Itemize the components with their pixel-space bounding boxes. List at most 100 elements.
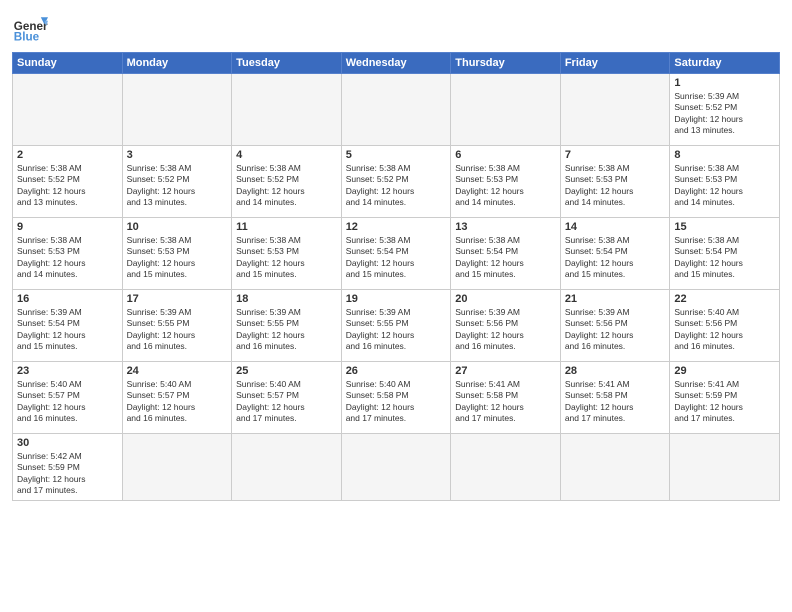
cell-text: Sunrise: 5:38 AM Sunset: 5:54 PM Dayligh… [674, 235, 775, 281]
week-row-6: 30 Sunrise: 5:42 AM Sunset: 5:59 PM Dayli… [13, 434, 780, 501]
day-number: 13 [455, 221, 556, 233]
cell-text: Sunrise: 5:38 AM Sunset: 5:54 PM Dayligh… [565, 235, 666, 281]
cell-text: Sunrise: 5:39 AM Sunset: 5:56 PM Dayligh… [455, 307, 556, 353]
calendar-cell: 16 Sunrise: 5:39 AM Sunset: 5:54 PM Dayli… [13, 290, 123, 362]
day-number: 14 [565, 221, 666, 233]
cell-text: Sunrise: 5:38 AM Sunset: 5:52 PM Dayligh… [127, 163, 228, 209]
calendar-cell: 28 Sunrise: 5:41 AM Sunset: 5:58 PM Dayli… [560, 362, 670, 434]
calendar-cell: 1Sunrise: 5:39 AM Sunset: 5:52 PM Daylig… [670, 74, 780, 146]
cell-text: Sunrise: 5:41 AM Sunset: 5:59 PM Dayligh… [674, 379, 775, 425]
cell-text: Sunrise: 5:40 AM Sunset: 5:57 PM Dayligh… [17, 379, 118, 425]
calendar-cell: 12Sunrise: 5:38 AM Sunset: 5:54 PM Dayli… [341, 218, 451, 290]
calendar-cell: 2Sunrise: 5:38 AM Sunset: 5:52 PM Daylig… [13, 146, 123, 218]
weekday-thursday: Thursday [451, 53, 561, 74]
cell-text: Sunrise: 5:38 AM Sunset: 5:53 PM Dayligh… [127, 235, 228, 281]
cell-text: Sunrise: 5:42 AM Sunset: 5:59 PM Dayligh… [17, 451, 118, 497]
calendar-cell: 7 Sunrise: 5:38 AM Sunset: 5:53 PM Daylig… [560, 146, 670, 218]
calendar-cell [451, 74, 561, 146]
calendar-cell: 6 Sunrise: 5:38 AM Sunset: 5:53 PM Daylig… [451, 146, 561, 218]
weekday-sunday: Sunday [13, 53, 123, 74]
day-number: 17 [127, 293, 228, 305]
calendar-cell: 21Sunrise: 5:39 AM Sunset: 5:56 PM Dayli… [560, 290, 670, 362]
day-number: 5 [346, 149, 447, 161]
day-number: 25 [236, 365, 337, 377]
svg-text:Blue: Blue [14, 31, 40, 44]
header: General Blue [12, 10, 780, 46]
calendar-cell: 25Sunrise: 5:40 AM Sunset: 5:57 PM Dayli… [232, 362, 342, 434]
weekday-wednesday: Wednesday [341, 53, 451, 74]
cell-text: Sunrise: 5:38 AM Sunset: 5:52 PM Dayligh… [236, 163, 337, 209]
calendar-cell: 26Sunrise: 5:40 AM Sunset: 5:58 PM Dayli… [341, 362, 451, 434]
day-number: 28 [565, 365, 666, 377]
calendar-cell [341, 434, 451, 501]
calendar-cell: 4 Sunrise: 5:38 AM Sunset: 5:52 PM Daylig… [232, 146, 342, 218]
cell-text: Sunrise: 5:38 AM Sunset: 5:53 PM Dayligh… [236, 235, 337, 281]
calendar-cell [122, 434, 232, 501]
calendar-cell: 18 Sunrise: 5:39 AM Sunset: 5:55 PM Dayli… [232, 290, 342, 362]
cell-text: Sunrise: 5:38 AM Sunset: 5:52 PM Dayligh… [346, 163, 447, 209]
weekday-friday: Friday [560, 53, 670, 74]
cell-text: Sunrise: 5:38 AM Sunset: 5:53 PM Dayligh… [565, 163, 666, 209]
calendar-cell: 27Sunrise: 5:41 AM Sunset: 5:58 PM Dayli… [451, 362, 561, 434]
day-number: 29 [674, 365, 775, 377]
calendar-cell [670, 434, 780, 501]
day-number: 18 [236, 293, 337, 305]
day-number: 19 [346, 293, 447, 305]
day-number: 21 [565, 293, 666, 305]
calendar-cell: 10Sunrise: 5:38 AM Sunset: 5:53 PM Dayli… [122, 218, 232, 290]
day-number: 6 [455, 149, 556, 161]
day-number: 20 [455, 293, 556, 305]
calendar-cell: 9Sunrise: 5:38 AM Sunset: 5:53 PM Daylig… [13, 218, 123, 290]
calendar-cell [13, 74, 123, 146]
calendar-cell: 8 Sunrise: 5:38 AM Sunset: 5:53 PM Daylig… [670, 146, 780, 218]
day-number: 12 [346, 221, 447, 233]
weekday-tuesday: Tuesday [232, 53, 342, 74]
calendar-cell: 15Sunrise: 5:38 AM Sunset: 5:54 PM Dayli… [670, 218, 780, 290]
page: General Blue SundayMondayTuesdayWednesda… [0, 0, 792, 612]
cell-text: Sunrise: 5:38 AM Sunset: 5:52 PM Dayligh… [17, 163, 118, 209]
weekday-saturday: Saturday [670, 53, 780, 74]
calendar-cell: 14 Sunrise: 5:38 AM Sunset: 5:54 PM Dayli… [560, 218, 670, 290]
day-number: 30 [17, 437, 118, 449]
calendar-cell: 24Sunrise: 5:40 AM Sunset: 5:57 PM Dayli… [122, 362, 232, 434]
day-number: 7 [565, 149, 666, 161]
day-number: 8 [674, 149, 775, 161]
calendar-cell: 19 Sunrise: 5:39 AM Sunset: 5:55 PM Dayli… [341, 290, 451, 362]
day-number: 22 [674, 293, 775, 305]
logo: General Blue [12, 10, 48, 46]
cell-text: Sunrise: 5:40 AM Sunset: 5:56 PM Dayligh… [674, 307, 775, 353]
day-number: 24 [127, 365, 228, 377]
calendar-cell [560, 434, 670, 501]
day-number: 16 [17, 293, 118, 305]
logo-icon: General Blue [12, 10, 48, 46]
cell-text: Sunrise: 5:40 AM Sunset: 5:58 PM Dayligh… [346, 379, 447, 425]
calendar: SundayMondayTuesdayWednesdayThursdayFrid… [12, 52, 780, 501]
day-number: 4 [236, 149, 337, 161]
day-number: 23 [17, 365, 118, 377]
week-row-4: 16 Sunrise: 5:39 AM Sunset: 5:54 PM Dayli… [13, 290, 780, 362]
cell-text: Sunrise: 5:38 AM Sunset: 5:53 PM Dayligh… [674, 163, 775, 209]
calendar-cell: 20 Sunrise: 5:39 AM Sunset: 5:56 PM Dayli… [451, 290, 561, 362]
cell-text: Sunrise: 5:41 AM Sunset: 5:58 PM Dayligh… [565, 379, 666, 425]
calendar-cell: 3Sunrise: 5:38 AM Sunset: 5:52 PM Daylig… [122, 146, 232, 218]
week-row-5: 23 Sunrise: 5:40 AM Sunset: 5:57 PM Dayli… [13, 362, 780, 434]
week-row-3: 9Sunrise: 5:38 AM Sunset: 5:53 PM Daylig… [13, 218, 780, 290]
weekday-header-row: SundayMondayTuesdayWednesdayThursdayFrid… [13, 53, 780, 74]
cell-text: Sunrise: 5:39 AM Sunset: 5:54 PM Dayligh… [17, 307, 118, 353]
calendar-cell [232, 74, 342, 146]
cell-text: Sunrise: 5:39 AM Sunset: 5:55 PM Dayligh… [346, 307, 447, 353]
calendar-cell [341, 74, 451, 146]
day-number: 11 [236, 221, 337, 233]
calendar-cell: 13Sunrise: 5:38 AM Sunset: 5:54 PM Dayli… [451, 218, 561, 290]
week-row-1: 1Sunrise: 5:39 AM Sunset: 5:52 PM Daylig… [13, 74, 780, 146]
weekday-monday: Monday [122, 53, 232, 74]
cell-text: Sunrise: 5:38 AM Sunset: 5:53 PM Dayligh… [17, 235, 118, 281]
day-number: 1 [674, 77, 775, 89]
cell-text: Sunrise: 5:41 AM Sunset: 5:58 PM Dayligh… [455, 379, 556, 425]
calendar-cell [451, 434, 561, 501]
calendar-cell: 23 Sunrise: 5:40 AM Sunset: 5:57 PM Dayli… [13, 362, 123, 434]
week-row-2: 2Sunrise: 5:38 AM Sunset: 5:52 PM Daylig… [13, 146, 780, 218]
cell-text: Sunrise: 5:39 AM Sunset: 5:55 PM Dayligh… [236, 307, 337, 353]
calendar-cell: 30 Sunrise: 5:42 AM Sunset: 5:59 PM Dayli… [13, 434, 123, 501]
cell-text: Sunrise: 5:38 AM Sunset: 5:53 PM Dayligh… [455, 163, 556, 209]
